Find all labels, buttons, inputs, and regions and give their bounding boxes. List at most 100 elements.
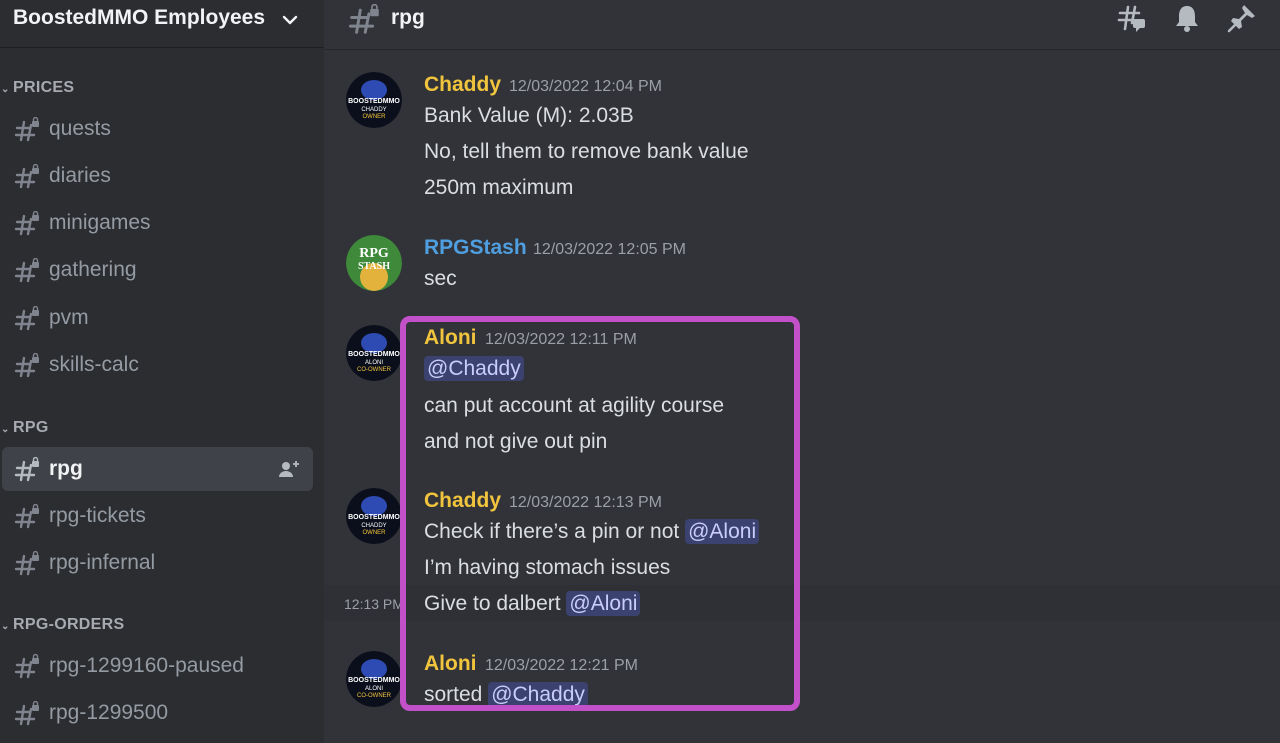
user-mention[interactable]: @Chaddy (424, 356, 524, 381)
svg-text:RPG: RPG (359, 246, 389, 261)
channel-sidebar: BoostedMMO Employees ⌄ PRICES quests diar… (0, 0, 324, 743)
locked-hash-icon (14, 701, 39, 726)
channel-label: diaries (49, 164, 111, 187)
category-prices[interactable]: ⌄ PRICES (0, 79, 74, 97)
message-text-part: Check if there’s a pin or not (424, 520, 686, 543)
locked-hash-icon (14, 164, 39, 189)
locked-hash-icon (14, 211, 39, 236)
svg-text:OWNER: OWNER (363, 114, 387, 120)
message-text: @Chaddy (424, 356, 524, 381)
message-author[interactable]: RPGStash (424, 236, 527, 260)
channel-label: skills-calc (49, 353, 139, 376)
locked-hash-icon (14, 504, 39, 529)
message-text: Check if there’s a pin or not @Aloni (424, 519, 760, 544)
channel-label: pvm (49, 306, 89, 329)
chevron-down-icon: ⌄ (1, 424, 10, 435)
chevron-down-icon[interactable] (280, 10, 300, 30)
message-text: 250m maximum (424, 176, 574, 199)
chevron-down-icon: ⌄ (1, 84, 10, 95)
avatar[interactable]: BOOSTEDMMO ALONI CO-OWNER (346, 651, 402, 707)
svg-text:BOOSTEDMMO: BOOSTEDMMO (348, 351, 400, 358)
avatar[interactable]: BOOSTEDMMO ALONI CO-OWNER (346, 325, 402, 381)
avatar[interactable]: RPG STASH (346, 235, 402, 291)
channel-label: rpg (49, 457, 83, 480)
message-timestamp: 12/03/2022 12:13 PM (509, 494, 663, 511)
bell-icon[interactable] (1172, 3, 1202, 33)
svg-text:ALONI: ALONI (365, 360, 383, 366)
channel-header: rpg (324, 0, 1280, 50)
message-author[interactable]: Aloni (424, 652, 477, 676)
locked-hash-icon (348, 4, 379, 34)
chevron-down-icon: ⌄ (1, 621, 10, 632)
avatar-aloni-image: BOOSTEDMMO ALONICO-OWNER (346, 651, 402, 707)
svg-text:BOOSTEDMMO: BOOSTEDMMO (348, 514, 400, 521)
message-author[interactable]: Chaddy (424, 73, 501, 97)
channel-item-diaries[interactable]: diaries (2, 154, 313, 198)
message-text: Give to dalbert @Aloni (424, 591, 641, 616)
user-mention[interactable]: @Aloni (685, 519, 760, 544)
svg-text:STASH: STASH (358, 261, 390, 272)
locked-hash-icon (14, 353, 39, 378)
message-text: and not give out pin (424, 430, 608, 453)
channel-label: rpg-tickets (49, 504, 146, 527)
category-rpg-orders[interactable]: ⌄ RPG-ORDERS (0, 616, 124, 634)
message-text-part: sorted (424, 683, 489, 706)
message-author[interactable]: Aloni (424, 326, 477, 350)
category-label: RPG (13, 419, 49, 436)
locked-hash-icon (14, 117, 39, 142)
user-mention[interactable]: @Chaddy (488, 682, 588, 707)
locked-hash-icon (14, 457, 39, 482)
category-rpg[interactable]: ⌄ RPG (0, 419, 49, 437)
message-timestamp: 12/03/2022 12:21 PM (485, 657, 639, 674)
message-text: can put account at agility course (424, 394, 725, 417)
locked-hash-icon (14, 306, 39, 331)
avatar-chaddy-image: BOOSTEDMMO CHADDYOWNER (346, 72, 402, 128)
message-timestamp: 12/03/2022 12:04 PM (509, 78, 663, 95)
message-text: No, tell them to remove bank value (424, 140, 749, 163)
message-text: Bank Value (M): 2.03B (424, 104, 634, 127)
message-timestamp: 12/03/2022 12:05 PM (533, 241, 687, 258)
server-name: BoostedMMO Employees (13, 6, 266, 29)
pin-icon[interactable] (1227, 3, 1257, 33)
threads-icon[interactable] (1117, 3, 1147, 33)
channel-label: rpg-infernal (49, 551, 156, 574)
user-mention[interactable]: @Aloni (566, 591, 641, 616)
message-text: I’m having stomach issues (424, 556, 671, 579)
avatar[interactable]: BOOSTEDMMO CHADDY OWNER (346, 72, 402, 128)
channel-item-rpg-1299160-paused[interactable]: rpg-1299160-paused (2, 644, 313, 688)
avatar-rpgstash-image: RPGSTASH (346, 235, 402, 291)
locked-hash-icon (14, 551, 39, 576)
channel-label: rpg-1299160-paused (49, 654, 244, 677)
channel-item-pvm[interactable]: pvm (2, 296, 313, 340)
chat-area: rpg 12:13 PM BOOSTEDMMO CHADDY OWNER Chadd… (324, 0, 1280, 743)
svg-text:ALONI: ALONI (365, 686, 383, 692)
message-text-part: Give to dalbert (424, 592, 567, 615)
channel-item-rpg-1299500[interactable]: rpg-1299500 (2, 691, 313, 735)
channel-item-rpg-tickets[interactable]: rpg-tickets (2, 494, 313, 538)
add-member-icon[interactable] (278, 459, 300, 479)
svg-text:BOOSTEDMMO: BOOSTEDMMO (348, 98, 400, 105)
server-header[interactable]: BoostedMMO Employees (0, 0, 324, 48)
message-author[interactable]: Chaddy (424, 489, 501, 513)
locked-hash-icon (14, 258, 39, 283)
channel-item-skills-calc[interactable]: skills-calc (2, 343, 313, 387)
avatar[interactable]: BOOSTEDMMO CHADDY OWNER (346, 488, 402, 544)
svg-text:BOOSTEDMMO: BOOSTEDMMO (348, 677, 400, 684)
avatar-chaddy-image: BOOSTEDMMO CHADDYOWNER (346, 488, 402, 544)
channel-item-minigames[interactable]: minigames (2, 201, 313, 245)
channel-item-gathering[interactable]: gathering (2, 248, 313, 292)
channel-item-rpg-infernal[interactable]: rpg-infernal (2, 541, 313, 585)
category-label: PRICES (13, 79, 75, 96)
channel-label: gathering (49, 258, 137, 281)
locked-hash-icon (14, 654, 39, 679)
avatar-aloni-image: BOOSTEDMMO ALONICO-OWNER (346, 325, 402, 381)
svg-text:CO-OWNER: CO-OWNER (357, 367, 392, 373)
message-timestamp: 12/03/2022 12:11 PM (485, 331, 637, 348)
channel-item-quests[interactable]: quests (2, 107, 313, 151)
svg-text:CHADDY: CHADDY (361, 523, 386, 529)
message-text: sorted @Chaddy (424, 682, 588, 707)
svg-text:CO-OWNER: CO-OWNER (357, 693, 392, 699)
channel-item-rpg[interactable]: rpg (2, 447, 313, 491)
svg-text:OWNER: OWNER (363, 530, 387, 536)
channel-label: quests (49, 117, 111, 140)
